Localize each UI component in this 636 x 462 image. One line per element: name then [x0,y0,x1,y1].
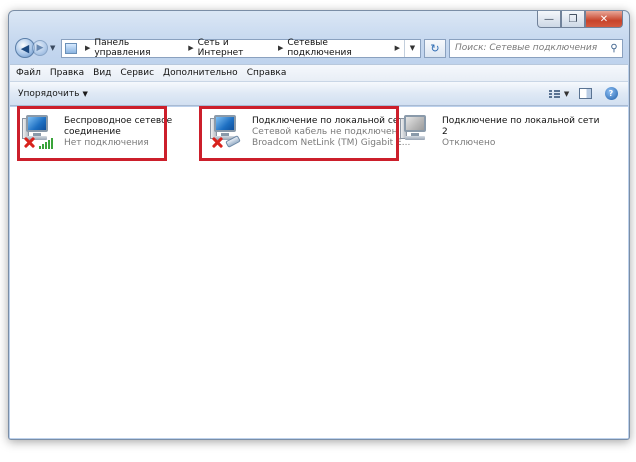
forward-button[interactable]: ▶ [32,40,48,56]
connection-local-area-2[interactable]: Подключение по локальной сети 2 Отключен… [398,113,599,153]
menu-advanced[interactable]: Дополнительно [163,68,238,78]
window-controls: — ❐ ✕ [537,11,623,28]
help-icon: ? [604,87,618,100]
explorer-window: — ❐ ✕ ◀ ▶ ▼ ▶ Панель управления ▶ Сеть и… [8,10,630,440]
recent-pages-dropdown[interactable]: ▼ [50,44,55,52]
highlight-box-wireless [17,106,167,161]
connections-list: Беспроводное сетевое соединение Нет подк… [10,106,628,438]
connection-name-line2: 2 [442,127,448,137]
address-bar[interactable]: ▶ Панель управления ▶ Сеть и Интернет ▶ … [61,38,421,58]
menu-bar: Файл Правка Вид Сервис Дополнительно Спр… [10,64,628,81]
menu-help[interactable]: Справка [247,68,287,78]
breadcrumb-separator[interactable]: ▶ [395,44,400,52]
breadcrumb-network-connections[interactable]: Сетевые подключения [287,38,390,58]
close-button[interactable]: ✕ [585,11,623,28]
breadcrumb-separator[interactable]: ▶ [278,44,283,52]
connection-info: Подключение по локальной сети 2 Отключен… [442,113,599,153]
help-button[interactable]: ? [602,86,620,102]
change-view-button[interactable]: ▼ [548,86,570,102]
chevron-down-icon: ▼ [82,89,88,98]
navigation-bar: ◀ ▶ ▼ ▶ Панель управления ▶ Сеть и Интер… [15,36,623,60]
preview-pane-button[interactable] [576,86,594,102]
search-box[interactable]: ⚲ [449,38,623,58]
maximize-button[interactable]: ❐ [561,11,585,28]
breadcrumb-network-internet[interactable]: Сеть и Интернет [198,38,274,58]
breadcrumb-separator[interactable]: ▶ [85,44,90,52]
preview-pane-icon [578,88,592,99]
organize-button[interactable]: Упорядочить ▼ [18,89,88,99]
organize-label: Упорядочить [18,88,80,99]
search-input[interactable] [455,43,606,53]
connection-status: Отключено [442,138,496,148]
connection-name: Подключение по локальной сети [442,116,600,126]
disabled-network-icon [398,113,438,153]
search-icon[interactable]: ⚲ [606,43,622,54]
refresh-icon: ↻ [430,41,440,55]
breadcrumb-separator[interactable]: ▶ [188,44,193,52]
command-bar: Упорядочить ▼ ▼ ? [10,81,628,106]
address-bar-actions: ▼ [404,39,420,57]
network-folder-icon [65,42,77,54]
breadcrumb-control-panel[interactable]: Панель управления [94,38,184,58]
menu-file[interactable]: Файл [16,68,41,78]
highlight-box-local-area [199,106,399,161]
chevron-down-icon: ▼ [563,89,570,98]
minimize-button[interactable]: — [537,11,561,28]
views-icon [548,89,560,98]
menu-edit[interactable]: Правка [50,68,84,78]
back-arrow-icon: ◀ [20,41,30,55]
forward-arrow-icon: ▶ [36,43,44,53]
refresh-button[interactable]: ↻ [424,38,446,58]
menu-tools[interactable]: Сервис [120,68,154,78]
menu-view[interactable]: Вид [93,68,111,78]
command-bar-right: ▼ ? [542,86,628,102]
address-history-dropdown[interactable]: ▼ [404,39,420,57]
